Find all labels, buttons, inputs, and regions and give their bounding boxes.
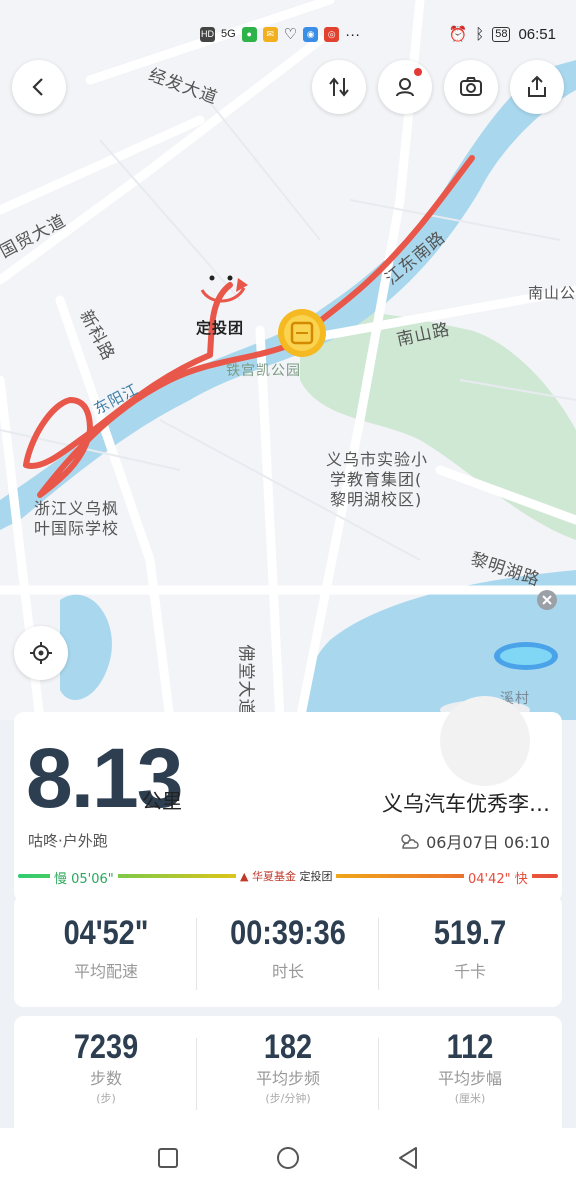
steps-value: 7239 [73,1028,139,1066]
user-name[interactable]: 义乌汽车优秀李… [382,788,550,818]
divider [196,918,197,990]
sponsor-name-2: 定投团 [299,870,333,883]
activity-badge-icon [494,642,558,670]
signal-icon: 5G [221,28,236,40]
hd-icon: HD [200,26,215,42]
back-nav-icon[interactable] [394,1144,422,1172]
cadence-unit: (步/分钟) [265,1092,311,1105]
stride-label: 平均步幅 [437,1069,502,1088]
cadence-label: 平均步频 [255,1069,320,1088]
notification-dot [414,68,422,76]
calories-value: 519.7 [433,914,507,952]
divider [378,918,379,990]
more-icon: ··· [345,25,361,43]
share-icon [528,75,546,97]
marker-label: 定投团 [196,319,245,337]
divider [378,1038,379,1110]
battery-icon: 58 [492,26,511,42]
camera-icon [460,77,482,96]
cadence-value: 182 [263,1028,313,1066]
bluetooth-icon: ᛒ [475,25,485,43]
avg-pace-label: 平均配速 [73,962,138,981]
slow-pace-label: 慢 05'06" [50,868,118,887]
locate-button[interactable] [14,626,68,680]
route-swap-button[interactable] [312,60,366,114]
close-icon [537,590,557,610]
clock-time: 06:51 [518,25,556,43]
place-label: 叶国际学校 [34,519,120,538]
sponsor-label: ▲ 华夏基金 定投团 [236,868,337,884]
heart-icon: ♡ [283,26,298,43]
recent-apps-icon[interactable] [154,1144,182,1172]
duration-value: 00:39:36 [230,914,346,952]
app-icon: ● [241,26,257,42]
camera-button[interactable] [444,60,498,114]
road-label: 佛堂大道 [235,644,256,717]
stride-value: 112 [446,1028,494,1066]
mail-icon: ✉ [262,26,278,42]
sponsor-name: 华夏基金 [251,870,296,883]
divider [196,1038,197,1110]
activity-date: 06月07日 06:10 [398,829,550,853]
steps-label: 步数 [89,1069,122,1088]
date-text: 06月07日 06:10 [426,833,550,852]
steps-unit: (步) [96,1092,116,1105]
home-icon[interactable] [274,1144,302,1172]
road-label: 南山公 [528,284,576,302]
share-button[interactable] [510,60,564,114]
place-label: 黎明湖校区) [330,490,423,509]
status-bar: HD 5G ● ✉ ♡ ◉ ◎ ··· ⏰ ᛒ 58 06:51 [0,20,576,50]
place-label: 铁宫凯公园 [226,363,301,379]
alarm-icon: ⏰ [448,26,468,43]
location-pin-button[interactable] [378,60,432,114]
weibo-icon: ◎ [324,26,340,42]
back-icon [32,78,43,96]
fast-pace-label: 04'42" 快 [464,868,532,887]
avatar[interactable] [440,696,530,786]
cloudy-sun-icon [401,834,419,849]
stride-unit: (厘米) [454,1092,486,1105]
route-swap-icon [329,77,349,97]
back-button[interactable] [12,60,66,114]
chat-icon: ◉ [303,26,319,42]
distance-unit: 公里 [142,789,182,813]
activity-type: 咕咚·户外跑 [28,832,108,850]
sponsor-logo-icon: ▲ [240,870,249,883]
location-pin-icon [396,78,414,97]
calories-label: 千卡 [453,962,486,981]
coin-icon [278,309,326,357]
system-nav-bar [0,1128,576,1188]
locate-icon [30,642,52,664]
avg-pace-value: 04'52" [63,914,149,952]
duration-label: 时长 [271,962,304,981]
